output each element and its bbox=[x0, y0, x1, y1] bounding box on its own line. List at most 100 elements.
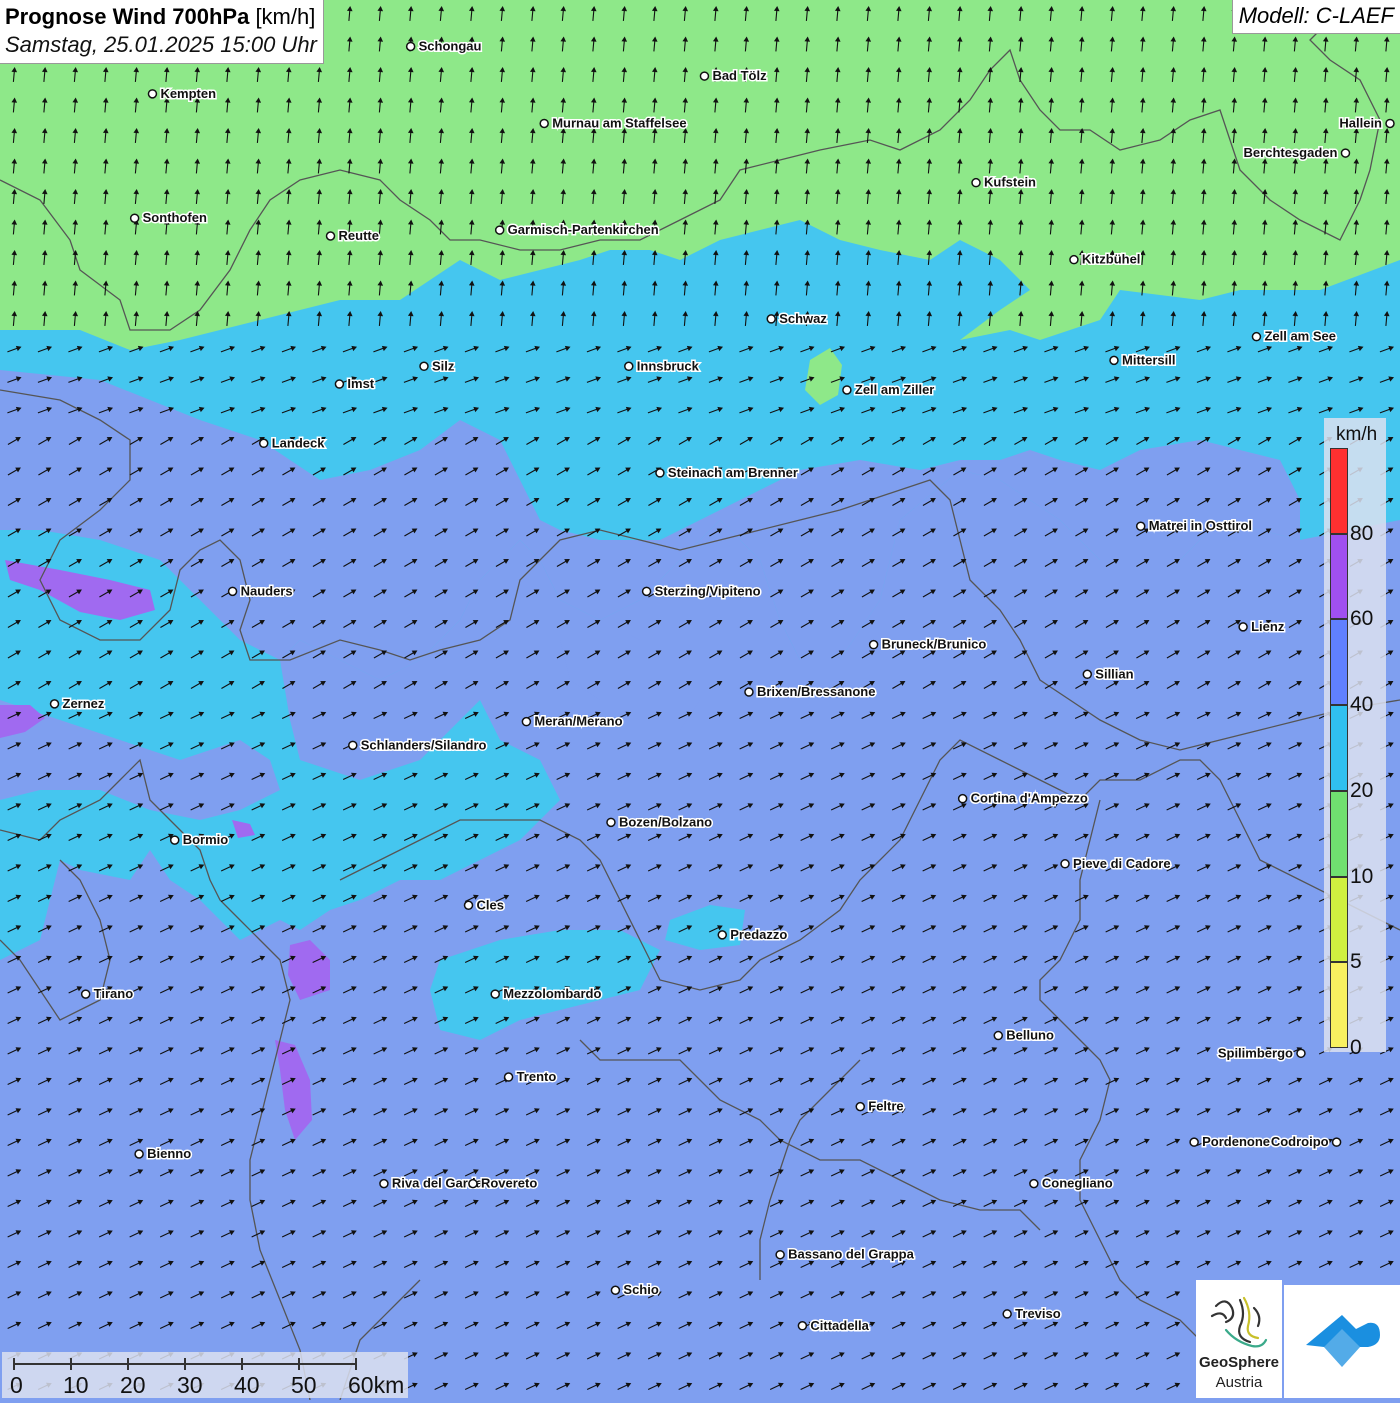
city-label: Lienz bbox=[1251, 619, 1285, 634]
city-label: Kitzbühel bbox=[1082, 252, 1141, 267]
scale-label: 60km bbox=[348, 1372, 405, 1398]
city-label: Hallein bbox=[1339, 115, 1382, 130]
city-label: Tirano bbox=[94, 986, 134, 1001]
scale-label: 40 bbox=[234, 1372, 260, 1398]
city-dot[interactable] bbox=[699, 71, 710, 81]
logo-country: Austria bbox=[1215, 1374, 1263, 1391]
city-dot[interactable] bbox=[1135, 521, 1146, 531]
city-dot[interactable] bbox=[606, 817, 616, 828]
city-dot[interactable] bbox=[405, 41, 416, 52]
legend-swatch bbox=[1330, 705, 1348, 791]
city-dot[interactable] bbox=[641, 586, 652, 597]
wind-map[interactable]: Schongau Bad Tölz Kempten Murnau am Staffel… bbox=[0, 0, 1400, 1400]
city-label: Mittersill bbox=[1122, 352, 1175, 367]
city-dot[interactable] bbox=[868, 639, 879, 650]
city-dot[interactable] bbox=[744, 687, 754, 697]
city-label: Zell am See bbox=[1264, 329, 1336, 344]
city-dot[interactable] bbox=[971, 177, 981, 188]
city-dot[interactable] bbox=[227, 586, 238, 597]
scale-label: 30 bbox=[177, 1372, 203, 1398]
legend-tick-label: 10 bbox=[1350, 864, 1374, 888]
city-dot[interactable] bbox=[49, 699, 60, 709]
city-dot[interactable] bbox=[1002, 1309, 1012, 1319]
city-dot[interactable] bbox=[610, 1285, 621, 1295]
city-dot[interactable] bbox=[1331, 1137, 1342, 1147]
city-label: Steinach am Brenner bbox=[668, 465, 798, 480]
city-label: Treviso bbox=[1015, 1306, 1061, 1321]
city-dot[interactable] bbox=[957, 793, 968, 804]
city-dot[interactable] bbox=[797, 1321, 808, 1331]
city-label: Matrei in Osttirol bbox=[1149, 518, 1252, 533]
geosphere-icon bbox=[1210, 1296, 1268, 1348]
city-dot[interactable] bbox=[1029, 1178, 1039, 1189]
city-label: Sillian bbox=[1095, 666, 1133, 681]
city-dot[interactable] bbox=[775, 1249, 785, 1260]
city-dot[interactable] bbox=[1385, 118, 1395, 129]
city-label: Cortina d'Ampezzo bbox=[971, 791, 1088, 806]
city-dot[interactable] bbox=[1238, 622, 1248, 632]
city-dot[interactable] bbox=[334, 379, 345, 389]
city-dot[interactable] bbox=[80, 989, 91, 999]
city-label: Silz bbox=[432, 358, 455, 373]
city-label: Bassano del Grappa bbox=[788, 1247, 914, 1262]
city-dot[interactable] bbox=[1189, 1137, 1199, 1147]
scale-label: 50 bbox=[291, 1372, 317, 1398]
city-label: Bormio bbox=[183, 832, 229, 847]
city-dot[interactable] bbox=[1082, 669, 1093, 680]
logo-name: GeoSphere bbox=[1198, 1354, 1280, 1371]
city-label: Trento bbox=[517, 1069, 557, 1084]
legend-swatch bbox=[1330, 533, 1348, 620]
city-label: Imst bbox=[347, 376, 374, 391]
city-dot[interactable] bbox=[655, 468, 665, 478]
city-dot[interactable] bbox=[468, 1178, 478, 1189]
city-dot[interactable] bbox=[624, 361, 634, 372]
city-dot[interactable] bbox=[766, 314, 776, 324]
city-label: Brixen/Bressanone bbox=[757, 684, 876, 699]
city-dot[interactable] bbox=[169, 835, 180, 845]
city-dot[interactable] bbox=[379, 1178, 389, 1189]
city-label: Kufstein bbox=[984, 175, 1036, 190]
city-label: Spilimbergo bbox=[1218, 1045, 1293, 1060]
legend-tick-label: 60 bbox=[1350, 607, 1374, 631]
city-label: Innsbruck bbox=[637, 358, 700, 373]
city-dot[interactable] bbox=[325, 231, 336, 241]
city-dot[interactable] bbox=[717, 930, 728, 940]
city-label: Mezzolombardo bbox=[503, 986, 601, 1001]
city-dot[interactable] bbox=[1069, 254, 1079, 265]
city-dot[interactable] bbox=[419, 361, 429, 372]
city-dot[interactable] bbox=[855, 1101, 866, 1112]
legend-tick-label: 0 bbox=[1350, 1036, 1362, 1059]
city-dot[interactable] bbox=[1340, 148, 1351, 158]
city-dot[interactable] bbox=[1296, 1048, 1306, 1059]
city-dot[interactable] bbox=[1109, 355, 1119, 366]
city-dot[interactable] bbox=[1060, 859, 1070, 869]
city-dot[interactable] bbox=[348, 740, 358, 751]
city-dot[interactable] bbox=[1251, 331, 1262, 342]
city-dot[interactable] bbox=[490, 989, 500, 999]
city-label: Sterzing/Vipiteno bbox=[655, 583, 761, 598]
city-dot[interactable] bbox=[129, 213, 140, 223]
city-dot[interactable] bbox=[494, 225, 505, 235]
city-dot[interactable] bbox=[539, 118, 549, 129]
scale-bar: 0 10 20 30 40 50 60km bbox=[2, 1352, 408, 1398]
legend-swatch bbox=[1330, 962, 1348, 1048]
city-dot[interactable] bbox=[842, 385, 852, 395]
city-dot[interactable] bbox=[503, 1072, 514, 1082]
model-label: Modell: C-LAEF bbox=[1231, 0, 1400, 34]
city-label: Berchtesgaden bbox=[1244, 145, 1338, 160]
city-dot[interactable] bbox=[147, 89, 158, 99]
city-dot[interactable] bbox=[993, 1030, 1004, 1041]
city-dot[interactable] bbox=[521, 716, 532, 727]
city-dot[interactable] bbox=[258, 438, 269, 449]
city-label: Pieve di Cadore bbox=[1073, 856, 1171, 871]
city-label: Sonthofen bbox=[143, 210, 207, 225]
city-dot[interactable] bbox=[134, 1149, 144, 1159]
partner-logo bbox=[1284, 1285, 1400, 1398]
city-dot[interactable] bbox=[463, 900, 474, 911]
city-label: Rovereto bbox=[481, 1176, 537, 1191]
legend-swatch bbox=[1330, 876, 1348, 963]
city-label: Bienno bbox=[147, 1146, 191, 1161]
city-label: Garmisch-Partenkirchen bbox=[508, 222, 659, 237]
map-title: Prognose Wind 700hPa [km/h] bbox=[5, 4, 316, 29]
city-label: Bruneck/Brunico bbox=[882, 637, 987, 652]
